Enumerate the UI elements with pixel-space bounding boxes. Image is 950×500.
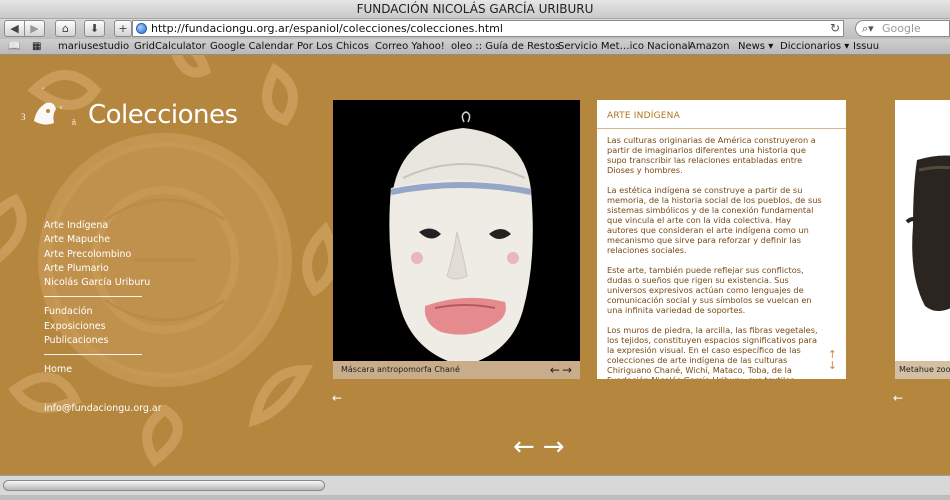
artwork-photo-card: Máscara antropomorfa Chané ←→ (333, 100, 580, 379)
prev-card-arrow-icon[interactable]: ← (332, 391, 342, 405)
menu-item-exposiciones[interactable]: Exposiciones (44, 320, 144, 334)
foundation-logo: 3 ˘ ñ c (21, 86, 76, 127)
browser-toolbar: ◀ ▶ ⌂ ⬇ + http://fundaciongu.org.ar/espa… (0, 19, 950, 39)
plus-icon: + (118, 22, 128, 35)
forward-button[interactable]: ▶ (24, 20, 45, 37)
address-bar[interactable]: http://fundaciongu.org.ar/espaniol/colec… (132, 20, 844, 37)
photo-caption: Máscara antropomorfa Chané ←→ (333, 361, 580, 379)
svg-text:ñ: ñ (72, 118, 76, 127)
bookmark-item[interactable]: Por Los Chicos (297, 39, 369, 55)
home-button[interactable]: ⌂ (55, 20, 76, 37)
scrollbar-track-bottom (0, 495, 950, 500)
search-input[interactable]: ⌕▾ Google (855, 20, 950, 37)
paragraph: Las culturas originarias de América cons… (607, 135, 816, 175)
description-text: Las culturas originarias de América cons… (597, 129, 846, 379)
globe-icon (136, 23, 147, 34)
menu-item-arte-mapuche[interactable]: Arte Mapuche (44, 233, 144, 247)
contact-email-link[interactable]: info@fundaciongu.org.ar (44, 403, 162, 414)
svg-text:c: c (60, 105, 63, 111)
search-placeholder: Google (882, 22, 921, 35)
page-content: 3 ˘ ñ c Colecciones Arte Indígena Arte M… (0, 55, 950, 475)
gallery-nav: ←→ (513, 434, 573, 460)
next-artwork-card[interactable]: Metahue zoom (895, 100, 950, 379)
search-icon: ⌕▾ (862, 22, 874, 35)
vessel-image (895, 100, 950, 361)
forward-arrow-icon: ▶ (30, 22, 39, 35)
url-text: http://fundaciongu.org.ar/espaniol/colec… (151, 22, 503, 35)
back-arrow-icon: ◀ (10, 22, 19, 35)
menu-item-arte-indigena[interactable]: Arte Indígena (44, 219, 144, 233)
menu-divider (44, 354, 142, 356)
menu-divider (44, 296, 142, 298)
bookmark-item[interactable]: oleo :: Guía de Restos (451, 39, 560, 55)
paragraph: La estética indígena se construye a part… (607, 185, 822, 255)
bookmark-item[interactable]: mariusestudio (58, 39, 129, 55)
back-button[interactable]: ◀ (4, 20, 25, 37)
description-card: ARTE INDÍGENA Las culturas originarias d… (597, 100, 846, 379)
bookmark-item[interactable]: News ▾ (738, 39, 773, 55)
next-card-caption: Metahue zoom (895, 361, 950, 379)
bookmarks-bar: 📖 ▦ mariusestudio GridCalculator Google … (0, 39, 950, 55)
bookmark-item[interactable]: Amazon (689, 39, 729, 55)
gallery-next-arrow-icon[interactable]: → (543, 432, 573, 462)
bookmark-item[interactable]: Google Calendar (210, 39, 293, 55)
book-icon[interactable]: 📖 (8, 39, 20, 55)
downloads-button[interactable]: ⬇ (84, 20, 105, 37)
add-bookmark-button[interactable]: + (114, 20, 132, 37)
next-photo-arrow-icon[interactable]: → (562, 363, 574, 377)
gallery-prev-arrow-icon[interactable]: ← (513, 432, 543, 462)
text-scroll-controls: ↑ ↓ (828, 349, 837, 371)
horizontal-scrollbar[interactable] (0, 475, 950, 500)
svg-text:˘: ˘ (42, 86, 45, 95)
photo-caption-text: Máscara antropomorfa Chané (341, 365, 460, 374)
bookmark-item[interactable]: Diccionarios ▾ (780, 39, 849, 55)
scroll-down-arrow-icon[interactable]: ↓ (828, 360, 837, 371)
section-heading: ARTE INDÍGENA (607, 111, 680, 121)
reload-icon[interactable]: ↻ (830, 21, 840, 36)
paragraph: Este arte, también puede reflejar sus co… (607, 265, 812, 315)
menu-item-publicaciones[interactable]: Publicaciones (44, 334, 144, 348)
home-icon: ⌂ (62, 22, 69, 35)
mask-image (333, 100, 580, 366)
menu-item-arte-precolombino[interactable]: Arte Precolombino (44, 248, 144, 262)
bookmark-item[interactable]: GridCalculator (134, 39, 206, 55)
caption-nav: ←→ (550, 361, 574, 379)
prev-photo-arrow-icon[interactable]: ← (550, 363, 562, 377)
bookmark-item[interactable]: Servicio Met…ico Nacional (558, 39, 690, 55)
collections-menu: Arte Indígena Arte Mapuche Arte Precolom… (44, 219, 150, 378)
menu-item-nicolas-garcia-uriburu[interactable]: Nicolás García Uriburu (44, 276, 150, 290)
menu-item-home[interactable]: Home (44, 363, 144, 377)
scrollbar-thumb[interactable] (3, 480, 325, 491)
grid-icon[interactable]: ▦ (32, 39, 41, 55)
bookmark-item[interactable]: Correo Yahoo! (375, 39, 445, 55)
window-title: FUNDACIÓN NICOLÁS GARCÍA URIBURU (0, 0, 950, 19)
page-title: Colecciones (88, 100, 238, 130)
bookmark-item[interactable]: Issuu (853, 39, 879, 55)
menu-item-arte-plumario[interactable]: Arte Plumario (44, 262, 144, 276)
download-icon: ⬇ (89, 22, 100, 35)
svg-text:3: 3 (21, 112, 26, 122)
paragraph: Los muros de piedra, la arcilla, las fib… (607, 325, 818, 379)
menu-item-fundacion[interactable]: Fundación (44, 305, 144, 319)
next-card-arrow-icon[interactable]: ← (893, 391, 903, 405)
